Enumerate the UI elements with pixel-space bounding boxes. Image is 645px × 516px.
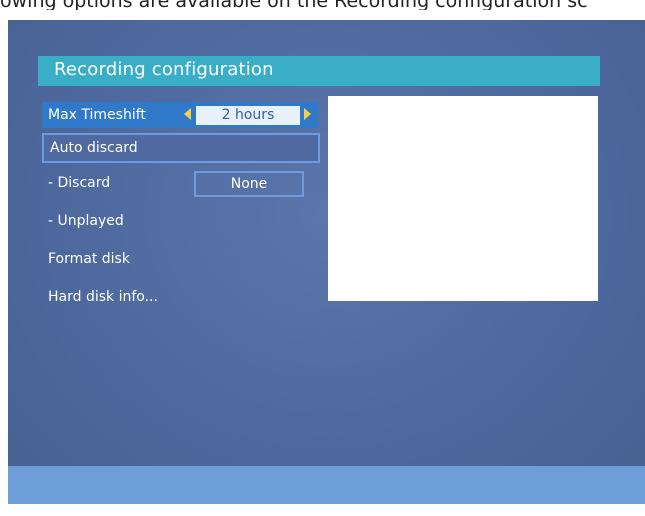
menu-item-format-disk[interactable]: Format disk	[42, 246, 202, 272]
menu-item-hard-disk-info[interactable]: Hard disk info...	[42, 284, 202, 310]
tv-screen: Recording configuration Max Timeshift 2 …	[8, 20, 645, 504]
menu-item-max-timeshift[interactable]: Max Timeshift 2 hours	[42, 102, 318, 128]
left-arrow-icon[interactable]	[184, 108, 191, 120]
max-timeshift-value[interactable]: 2 hours	[196, 106, 300, 125]
page-title: Recording configuration	[54, 59, 274, 80]
max-timeshift-label: Max Timeshift	[48, 107, 146, 123]
discard-label: - Discard	[48, 175, 111, 191]
title-bar: Recording configuration	[38, 56, 600, 86]
unplayed-label: - Unplayed	[48, 213, 124, 229]
discard-value[interactable]: None	[194, 171, 304, 197]
bottom-bar	[8, 466, 645, 504]
hard-disk-info-label: Hard disk info...	[48, 289, 158, 305]
preview-panel	[328, 96, 598, 301]
auto-discard-label: Auto discard	[50, 140, 138, 156]
format-disk-label: Format disk	[48, 251, 130, 267]
menu-item-unplayed[interactable]: - Unplayed	[42, 208, 202, 234]
top-caption: owing options are available on the Recor…	[0, 0, 645, 10]
menu-item-discard[interactable]: - Discard None	[42, 170, 322, 197]
menu-item-auto-discard[interactable]: Auto discard	[42, 133, 320, 163]
right-arrow-icon[interactable]	[304, 108, 311, 120]
